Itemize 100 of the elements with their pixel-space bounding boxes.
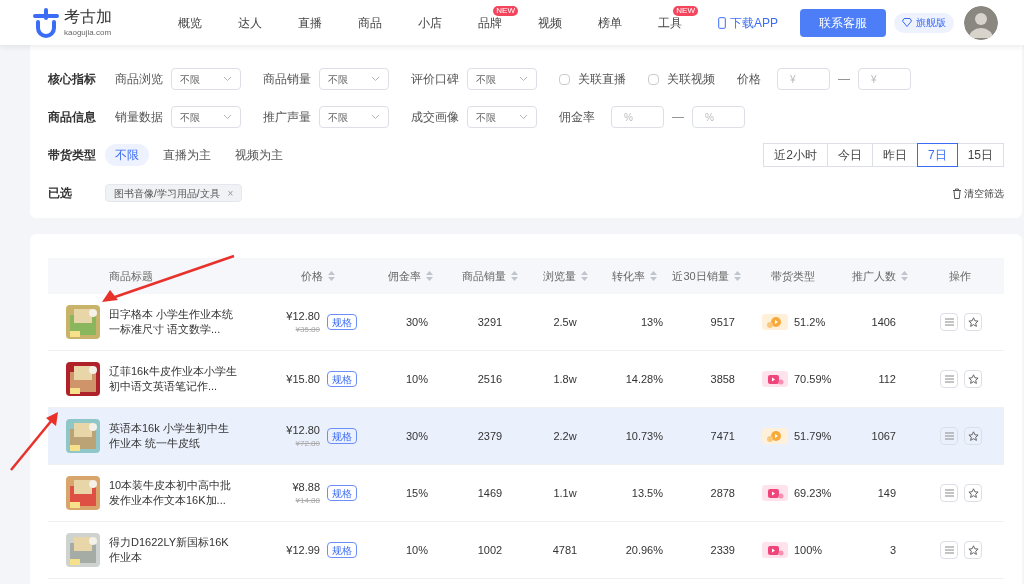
nav-item[interactable]: 达人 xyxy=(238,13,262,32)
product-title[interactable]: 10本装牛皮本初中高中批发作业本作文本16K加... xyxy=(109,478,239,508)
sort-icon[interactable] xyxy=(511,271,518,281)
checkbox[interactable] xyxy=(559,73,570,85)
filter-label: 成交画像 xyxy=(411,109,459,126)
table-cell-text: 1469 xyxy=(476,485,504,501)
select-field[interactable]: 不限 xyxy=(467,106,537,128)
period-tab[interactable]: 今日 xyxy=(826,143,873,167)
table-cell-text: 2339 xyxy=(709,542,736,558)
sort-icon[interactable] xyxy=(733,271,741,281)
annotation-arrow xyxy=(8,410,60,472)
checkbox-label: 关联视频 xyxy=(667,71,715,88)
table-cell-text: 100% xyxy=(794,542,823,558)
product-title[interactable]: 英语本16k 小学生初中生作业本 统一牛皮纸 xyxy=(109,421,239,451)
range-separator: — xyxy=(672,109,684,126)
filter-row-label: 已选 xyxy=(48,185,73,202)
table-cell-text: 1.1w xyxy=(552,485,578,501)
table-cell-text: 9517 xyxy=(709,314,736,330)
plan-badge[interactable]: 旗舰版 xyxy=(894,12,954,33)
table-cell-text: 51.79% xyxy=(794,428,832,444)
details-button[interactable] xyxy=(940,313,958,331)
table-cell-text: 15% xyxy=(405,485,429,501)
checkbox[interactable] xyxy=(648,73,659,85)
nav-item[interactable]: 商品 xyxy=(358,13,382,32)
download-app-link[interactable]: 下载APP xyxy=(718,13,778,32)
nav-item[interactable]: 工具 xyxy=(658,13,682,32)
period-tab[interactable]: 近2小时 xyxy=(763,143,828,167)
list-icon xyxy=(944,489,954,497)
type-option[interactable]: 视频为主 xyxy=(225,144,293,166)
details-button[interactable] xyxy=(940,427,958,445)
period-tab[interactable]: 7日 xyxy=(916,143,958,167)
table-row[interactable]: 英语本16k 小学生初中生作业本 统一牛皮纸 ¥12.80 ¥72.80 规格 30% 2379 2.2w 10.73% 7471 51.79% 1067 xyxy=(48,408,1004,465)
spec-button[interactable]: 规格 xyxy=(327,314,357,330)
favorite-button[interactable] xyxy=(964,427,982,445)
sort-icon[interactable] xyxy=(580,271,588,281)
clear-filters-link[interactable]: 清空筛选 xyxy=(952,185,1004,201)
table-cell-text: 2516 xyxy=(476,371,504,387)
nav-item[interactable]: 小店 xyxy=(418,13,442,32)
price: ¥12.80 xyxy=(286,308,320,324)
nav-item[interactable]: 视频 xyxy=(538,13,562,32)
details-button[interactable] xyxy=(940,541,958,559)
diamond-icon xyxy=(902,18,912,27)
nav-item[interactable]: 概览 xyxy=(178,13,202,32)
phone-icon xyxy=(718,16,726,29)
table-cell-text: 20.96% xyxy=(624,542,664,558)
details-button[interactable] xyxy=(940,370,958,388)
table-cell-text: 112 xyxy=(877,371,897,387)
min-field[interactable]: % xyxy=(611,106,664,128)
favorite-button[interactable] xyxy=(964,313,982,331)
filter-label: 推广声量 xyxy=(263,109,311,126)
sort-icon[interactable] xyxy=(327,271,335,281)
column-header: 近30日销量 xyxy=(672,268,729,284)
table-cell-text: 2878 xyxy=(709,485,736,501)
type-option[interactable]: 不限 xyxy=(105,144,149,166)
select-field[interactable]: 不限 xyxy=(467,68,537,90)
period-tab[interactable]: 昨日 xyxy=(871,143,918,167)
sort-icon[interactable] xyxy=(649,271,657,281)
spec-button[interactable]: 规格 xyxy=(327,428,357,444)
spec-button[interactable]: 规格 xyxy=(327,485,357,501)
table-cell-text: 2379 xyxy=(476,428,504,444)
max-field[interactable]: ¥ xyxy=(858,68,911,90)
period-tab[interactable]: 15日 xyxy=(956,143,1004,167)
min-field[interactable]: ¥ xyxy=(777,68,830,90)
column-header: 商品销量 xyxy=(462,268,506,284)
select-field[interactable]: 不限 xyxy=(319,106,389,128)
type-option[interactable]: 直播为主 xyxy=(153,144,221,166)
product-title[interactable]: 田字格本 小学生作业本统一标准尺寸 语文数学... xyxy=(109,307,239,337)
filter-label: 价格 xyxy=(737,71,761,88)
details-button[interactable] xyxy=(940,484,958,502)
trash-icon xyxy=(952,187,962,199)
favorite-button[interactable] xyxy=(964,484,982,502)
spec-button[interactable]: 规格 xyxy=(327,371,357,387)
table-cell-text: 13.5% xyxy=(630,485,664,501)
product-title[interactable]: 辽菲16k牛皮作业本小学生初中语文英语笔记作... xyxy=(109,364,239,394)
max-field[interactable]: % xyxy=(692,106,745,128)
table-cell-text: 10% xyxy=(405,371,429,387)
select-field[interactable]: 不限 xyxy=(171,106,241,128)
sort-icon[interactable] xyxy=(425,271,433,281)
original-price: ¥72.80 xyxy=(295,438,320,451)
live-stream-icon xyxy=(762,314,788,330)
nav-item[interactable]: 榜单 xyxy=(598,13,622,32)
favorite-button[interactable] xyxy=(964,541,982,559)
product-title[interactable]: 得力D1622LY新国标16K作业本 xyxy=(109,535,239,565)
column-header: 佣金率 xyxy=(387,268,421,284)
spec-button[interactable]: 规格 xyxy=(327,542,357,558)
table-cell-text: 1406 xyxy=(870,314,897,330)
select-field[interactable]: 不限 xyxy=(171,68,241,90)
select-field[interactable]: 不限 xyxy=(319,68,389,90)
nav-item[interactable]: 直播 xyxy=(298,13,322,32)
favorite-button[interactable] xyxy=(964,370,982,388)
table-cell-text: 1002 xyxy=(476,542,504,558)
nav-item[interactable]: 品牌 xyxy=(478,13,502,32)
contact-button[interactable]: 联系客服 xyxy=(800,8,886,37)
avatar[interactable] xyxy=(964,5,998,40)
filter-label: 销量数据 xyxy=(115,109,163,126)
table-cell-text: 30% xyxy=(405,428,429,444)
filter-row-label: 商品信息 xyxy=(48,109,97,126)
chevron-down-icon xyxy=(519,76,528,82)
table-cell-text: 149 xyxy=(876,485,897,501)
sort-icon[interactable] xyxy=(901,271,908,281)
